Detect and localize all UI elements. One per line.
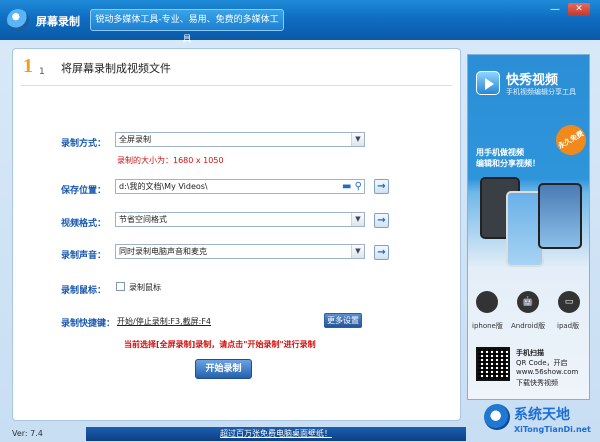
watermark-logo-icon — [484, 404, 510, 430]
slogan-banner[interactable]: 锐动多媒体工具-专业、易用、免费的多媒体工具 — [90, 9, 284, 45]
record-mouse-label: 录制鼠标： — [61, 286, 107, 296]
chevron-down-icon[interactable]: ▼ — [351, 245, 364, 258]
ad-brand: 快秀视频 — [506, 73, 559, 88]
android-icon: 🤖 — [517, 291, 539, 313]
sound-settings-button[interactable]: → — [374, 245, 389, 260]
step-total: 1 — [39, 67, 45, 77]
ad-slogan-line2: 编辑和分享视频！ — [476, 159, 540, 168]
qr-code — [476, 347, 510, 381]
more-settings-button[interactable]: 更多设置 — [324, 313, 362, 328]
main-panel: 1 1 将屏幕录制成视频文件 录制方式： 全屏录制 ▼ 录制的大小为：1680 … — [12, 48, 461, 421]
chevron-down-icon[interactable]: ▼ — [351, 133, 364, 146]
step-number: 1 — [23, 55, 33, 77]
app-title: 屏幕录制 — [36, 15, 80, 28]
hint-message: 当前选择[全屏录制]录制，请点击"开始录制"进行录制 — [124, 340, 316, 349]
qr-line2: QR Code，开启 — [516, 359, 568, 367]
video-format-label: 视频格式： — [61, 219, 107, 229]
chevron-down-icon[interactable]: ▼ — [351, 213, 364, 226]
watermark-title: 系统天地 — [514, 407, 570, 423]
search-icon[interactable]: ⚲ — [355, 181, 362, 192]
platform-label-iphone: iphone版 — [472, 322, 503, 330]
divider — [21, 85, 452, 86]
folder-icon[interactable]: ▬ — [342, 181, 351, 192]
hotkey-link[interactable]: 开始/停止录制:F3,截屏:F4 — [117, 316, 211, 327]
ad-slogan: 用手机做视频 编辑和分享视频！ — [476, 147, 566, 169]
app-logo-icon — [7, 9, 29, 31]
save-location-label: 保存位置： — [61, 186, 107, 196]
qr-line1: 手机扫描 — [516, 349, 544, 357]
record-size-note: 录制的大小为：1680 x 1050 — [117, 156, 224, 165]
save-location-field[interactable]: d:\我的文档\My Videos\ ▬ ⚲ — [115, 179, 365, 194]
record-mouse-checkbox[interactable] — [116, 282, 125, 291]
hotkey-label: 录制快捷键： — [61, 319, 116, 329]
title-bar: 屏幕录制 锐动多媒体工具-专业、易用、免费的多媒体工具 — ✕ — [0, 0, 600, 45]
record-sound-label: 录制声音： — [61, 251, 107, 261]
platform-label-android: Android版 — [511, 322, 546, 330]
ipad-image — [538, 183, 582, 249]
app-window: 屏幕录制 锐动多媒体工具-专业、易用、免费的多媒体工具 — ✕ 1 1 将屏幕录… — [0, 0, 600, 442]
minimize-button[interactable]: — — [548, 3, 562, 16]
record-mouse-checkbox-label[interactable]: 录制鼠标 — [129, 282, 161, 293]
record-mode-label: 录制方式： — [61, 139, 107, 149]
step-title: 将屏幕录制成视频文件 — [61, 62, 171, 75]
save-location-value: d:\我的文档\My Videos\ — [119, 182, 208, 191]
close-button[interactable]: ✕ — [568, 3, 590, 16]
ipad-icon: ▭ — [558, 291, 580, 313]
platform-label-ipad: ipad版 — [557, 322, 580, 330]
ad-panel[interactable]: 快秀视频 手机视频编辑分享工具 永久免费 用手机做视频 编辑和分享视频！ 🤖 ▭… — [467, 54, 592, 400]
ad-subtitle: 手机视频编辑分享工具 — [506, 88, 576, 96]
video-format-value: 节省空间格式 — [119, 215, 167, 224]
open-folder-button[interactable]: → — [374, 179, 389, 194]
ad-slogan-line1: 用手机做视频 — [476, 148, 524, 157]
apple-icon — [476, 291, 498, 313]
record-sound-value: 同时录制电脑声音和麦克 — [119, 247, 207, 256]
wallpaper-banner-link[interactable]: 超过百万张免费电脑桌面壁纸！ — [86, 427, 466, 441]
start-record-button[interactable]: 开始录制 — [195, 359, 252, 379]
watermark-url: XiTongTianDi.net — [514, 425, 591, 434]
record-mode-select[interactable]: 全屏录制 ▼ — [115, 132, 365, 147]
qr-line4: 下载快秀视频 — [516, 379, 558, 387]
play-icon — [476, 71, 500, 95]
qr-line3: www.56show.com — [516, 368, 579, 376]
record-sound-select[interactable]: 同时录制电脑声音和麦克 ▼ — [115, 244, 365, 259]
version-label: Ver: 7.4 — [12, 429, 43, 438]
video-format-select[interactable]: 节省空间格式 ▼ — [115, 212, 365, 227]
record-mode-value: 全屏录制 — [119, 135, 151, 144]
format-settings-button[interactable]: → — [374, 213, 389, 228]
